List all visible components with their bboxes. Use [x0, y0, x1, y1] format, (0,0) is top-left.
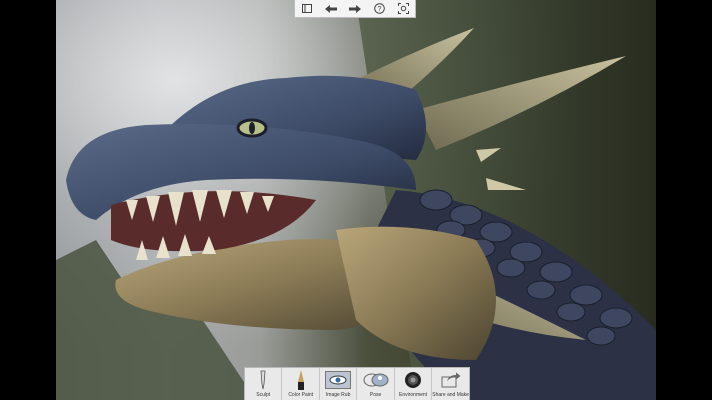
letterbox-left [0, 0, 56, 400]
redo-button[interactable] [346, 1, 364, 17]
svg-text:?: ? [377, 6, 381, 13]
environment-sphere-icon [405, 372, 422, 388]
share-and-make-tool[interactable]: Share and Make [432, 368, 469, 400]
environment-tool[interactable]: Environment [395, 368, 433, 400]
tool-label: Image Rub [325, 392, 351, 398]
tool-label: Sculpt [256, 392, 271, 398]
panel-icon [302, 4, 312, 13]
bottom-toolbar: Sculpt Color Paint Image Rub Pose Enviro… [244, 367, 470, 400]
screenshot-button[interactable] [394, 1, 412, 17]
arrow-right-icon [349, 4, 361, 13]
color-paint-tool[interactable]: Color Paint [282, 368, 320, 400]
throat [336, 226, 496, 360]
sculpt-viewport[interactable]: ? [56, 0, 656, 400]
top-toolbar: ? [294, 0, 416, 18]
image-rub-tool[interactable]: Image Rub [320, 368, 358, 400]
tool-label: Share and Make [432, 392, 469, 398]
sculpt-tool[interactable]: Sculpt [245, 368, 283, 400]
letterbox-right [656, 0, 712, 400]
tool-label: Color Paint [288, 392, 314, 398]
dragon-model [56, 0, 656, 400]
camera-frame-icon [397, 3, 409, 14]
paint-brush-icon [297, 370, 304, 390]
help-icon: ? [373, 3, 385, 14]
pose-figure-icon [363, 373, 389, 387]
eye-image-icon [325, 371, 352, 389]
pose-tool[interactable]: Pose [357, 368, 395, 400]
tool-label: Environment [399, 392, 428, 398]
undo-button[interactable] [322, 1, 340, 17]
tool-label: Pose [369, 392, 382, 398]
sculpt-brush-icon [260, 370, 266, 390]
help-button[interactable]: ? [370, 1, 388, 17]
share-arrow-icon [441, 372, 461, 388]
panel-menu-button[interactable] [298, 1, 316, 17]
arrow-left-icon [325, 4, 337, 13]
